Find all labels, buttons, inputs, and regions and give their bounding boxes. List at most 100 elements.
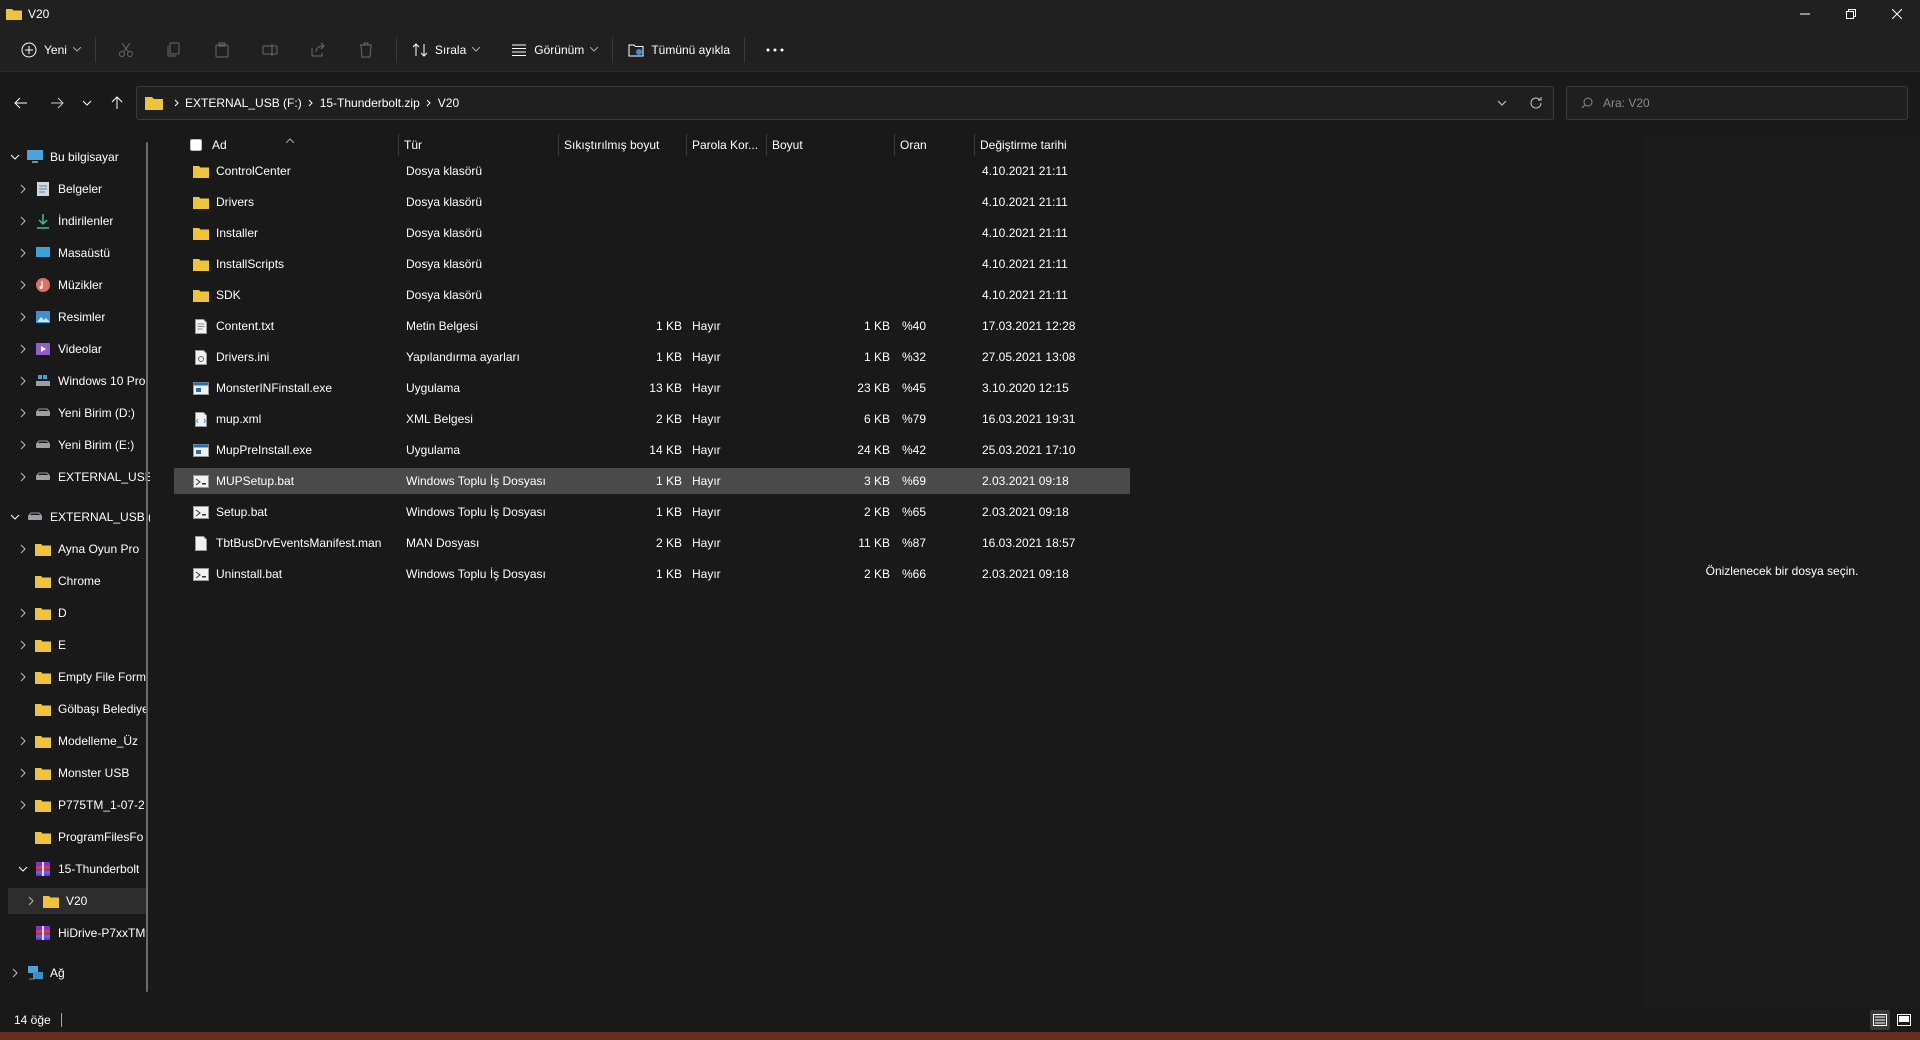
forward-button[interactable] bbox=[42, 88, 72, 118]
chevron-right-icon[interactable] bbox=[16, 342, 30, 356]
chevron-right-icon[interactable] bbox=[16, 798, 30, 812]
file-row[interactable]: Installer Dosya klasörü 4.10.2021 21:11 bbox=[174, 220, 1130, 246]
column-ratio[interactable]: Oran bbox=[894, 134, 974, 156]
sidebar-scrollbar[interactable] bbox=[146, 142, 148, 992]
column-password-protected[interactable]: Parola Kor... bbox=[686, 134, 766, 156]
minimize-button[interactable] bbox=[1782, 0, 1828, 28]
file-row[interactable]: TbtBusDrvEventsManifest.man MAN Dosyası 2 … bbox=[174, 530, 1130, 556]
chevron-right-icon[interactable] bbox=[16, 374, 30, 388]
select-all-checkbox[interactable] bbox=[190, 139, 202, 151]
column-size[interactable]: Boyut bbox=[766, 134, 894, 156]
file-name: InstallScripts bbox=[216, 257, 285, 271]
delete-button[interactable] bbox=[342, 34, 390, 66]
more-options-button[interactable] bbox=[751, 34, 799, 66]
copy-button[interactable] bbox=[150, 34, 198, 66]
chevron-down-icon[interactable] bbox=[16, 862, 30, 876]
file-row[interactable]: Uninstall.bat Windows Toplu İş Dosyası 1 K… bbox=[174, 561, 1130, 587]
share-icon bbox=[311, 42, 325, 56]
sidebar-item-folder[interactable]: D bbox=[0, 600, 150, 626]
sidebar-item-folder[interactable]: Modelleme_Üz bbox=[0, 728, 150, 754]
tiles-view-button[interactable] bbox=[1894, 1010, 1914, 1030]
address-bar[interactable]: EXTERNAL_USB (F:) 15-Thunderbolt.zip V20 bbox=[136, 86, 1554, 120]
column-type[interactable]: Tür bbox=[398, 134, 558, 156]
recent-locations-button[interactable] bbox=[72, 88, 102, 118]
chevron-right-icon[interactable] bbox=[16, 278, 30, 292]
chevron-right-icon[interactable] bbox=[16, 214, 30, 228]
rename-button[interactable] bbox=[246, 34, 294, 66]
address-history-button[interactable] bbox=[1485, 87, 1519, 119]
chevron-right-icon[interactable] bbox=[16, 470, 30, 484]
sidebar-item-zip-archive[interactable]: HiDrive-P7xxTM bbox=[0, 920, 150, 946]
chevron-down-icon[interactable] bbox=[8, 510, 22, 524]
sidebar-item-folder[interactable]: Chrome bbox=[0, 568, 150, 594]
file-row[interactable]: mup.xml XML Belgesi 2 KB Hayır 6 KB %79 16.03.… bbox=[174, 406, 1130, 432]
sidebar-item-network[interactable]: Ağ bbox=[0, 960, 150, 986]
sidebar-item-videos[interactable]: Videolar bbox=[0, 336, 150, 362]
refresh-button[interactable] bbox=[1519, 87, 1553, 119]
sidebar-item-folder[interactable]: P775TM_1-07-2 bbox=[0, 792, 150, 818]
file-row[interactable]: MonsterINFinstall.exe Uygulama 13 KB Hayır 2… bbox=[174, 375, 1130, 401]
sidebar-item-pictures[interactable]: Resimler bbox=[0, 304, 150, 330]
sidebar-item-folder[interactable]: E bbox=[0, 632, 150, 658]
file-row[interactable]: Content.txt Metin Belgesi 1 KB Hayır 1 KB %40… bbox=[174, 313, 1130, 339]
chevron-down-icon[interactable] bbox=[8, 150, 22, 164]
breadcrumb-current[interactable]: V20 bbox=[438, 96, 459, 110]
extract-all-button[interactable]: Tümünü ayıkla bbox=[619, 34, 738, 66]
close-button[interactable] bbox=[1874, 0, 1920, 28]
file-row[interactable]: MupPreInstall.exe Uygulama 14 KB Hayır 24 KB… bbox=[174, 437, 1130, 463]
sidebar-item-folder[interactable]: ProgramFilesFo bbox=[0, 824, 150, 850]
column-compressed-size[interactable]: Sıkıştırılmış boyut bbox=[558, 134, 686, 156]
sort-button[interactable]: Sırala bbox=[403, 34, 488, 66]
chevron-right-icon[interactable] bbox=[16, 766, 30, 780]
sidebar-item-zip-archive[interactable]: 15-Thunderbolt bbox=[0, 856, 150, 882]
search-box[interactable] bbox=[1566, 86, 1908, 120]
chevron-right-icon[interactable] bbox=[16, 606, 30, 620]
sidebar-item-external-usb[interactable]: EXTERNAL_USB bbox=[0, 464, 150, 490]
chevron-right-icon[interactable] bbox=[16, 406, 30, 420]
sidebar-item-documents[interactable]: Belgeler bbox=[0, 176, 150, 202]
sidebar-item-folder[interactable]: Empty File Form bbox=[0, 664, 150, 690]
file-row[interactable]: SDK Dosya klasörü 4.10.2021 21:11 bbox=[174, 282, 1130, 308]
restore-button[interactable] bbox=[1828, 0, 1874, 28]
chevron-right-icon[interactable] bbox=[16, 734, 30, 748]
file-row[interactable]: Setup.bat Windows Toplu İş Dosyası 1 KB Hay… bbox=[174, 499, 1130, 525]
sidebar-item-downloads[interactable]: İndirilenler bbox=[0, 208, 150, 234]
chevron-right-icon[interactable] bbox=[16, 246, 30, 260]
file-row[interactable]: MUPSetup.bat Windows Toplu İş Dosyası 1 KB… bbox=[174, 468, 1130, 494]
breadcrumb-drive[interactable]: EXTERNAL_USB (F:) bbox=[185, 96, 302, 110]
new-button[interactable]: Yeni bbox=[12, 34, 89, 66]
file-row[interactable]: Drivers.ini Yapılandırma ayarları 1 KB Hayı… bbox=[174, 344, 1130, 370]
breadcrumb-zip[interactable]: 15-Thunderbolt.zip bbox=[320, 96, 420, 110]
chevron-right-icon[interactable] bbox=[16, 310, 30, 324]
file-row[interactable]: InstallScripts Dosya klasörü 4.10.2021 21:… bbox=[174, 251, 1130, 277]
sidebar-item-drive-d[interactable]: Yeni Birim (D:) bbox=[0, 400, 150, 426]
back-button[interactable] bbox=[6, 88, 36, 118]
file-row[interactable]: Drivers Dosya klasörü 4.10.2021 21:11 bbox=[174, 189, 1130, 215]
sidebar-item-folder[interactable]: Gölbaşı Belediye bbox=[0, 696, 150, 722]
cut-button[interactable] bbox=[102, 34, 150, 66]
file-row[interactable]: ControlCenter Dosya klasörü 4.10.2021 21:1… bbox=[174, 158, 1130, 184]
view-button[interactable]: Görünüm bbox=[502, 34, 606, 66]
paste-button[interactable] bbox=[198, 34, 246, 66]
sidebar-item-desktop[interactable]: Masaüstü bbox=[0, 240, 150, 266]
chevron-right-icon[interactable] bbox=[16, 438, 30, 452]
sidebar-item-folder[interactable]: Monster USB bbox=[0, 760, 150, 786]
sidebar-item-external-usb-f[interactable]: EXTERNAL_USB (F:) bbox=[0, 504, 150, 530]
chevron-right-icon[interactable] bbox=[16, 182, 30, 196]
chevron-right-icon[interactable] bbox=[16, 670, 30, 684]
column-date-modified[interactable]: Değiştirme tarihi bbox=[974, 134, 1134, 156]
chevron-right-icon[interactable] bbox=[16, 542, 30, 556]
sidebar-item-music[interactable]: Müzikler bbox=[0, 272, 150, 298]
up-button[interactable] bbox=[102, 88, 132, 118]
chevron-right-icon[interactable] bbox=[16, 638, 30, 652]
sidebar-item-this-pc[interactable]: Bu bilgisayar bbox=[0, 144, 150, 170]
search-input[interactable] bbox=[1603, 96, 1883, 110]
sidebar-item-folder[interactable]: Ayna Oyun Pro bbox=[0, 536, 150, 562]
sidebar-item-v20[interactable]: V20 bbox=[8, 888, 146, 914]
sidebar-item-windows-drive[interactable]: Windows 10 Pro bbox=[0, 368, 150, 394]
details-view-button[interactable] bbox=[1870, 1010, 1890, 1030]
chevron-right-icon[interactable] bbox=[24, 894, 38, 908]
share-button[interactable] bbox=[294, 34, 342, 66]
sidebar-item-drive-e[interactable]: Yeni Birim (E:) bbox=[0, 432, 150, 458]
chevron-right-icon[interactable] bbox=[8, 966, 22, 980]
